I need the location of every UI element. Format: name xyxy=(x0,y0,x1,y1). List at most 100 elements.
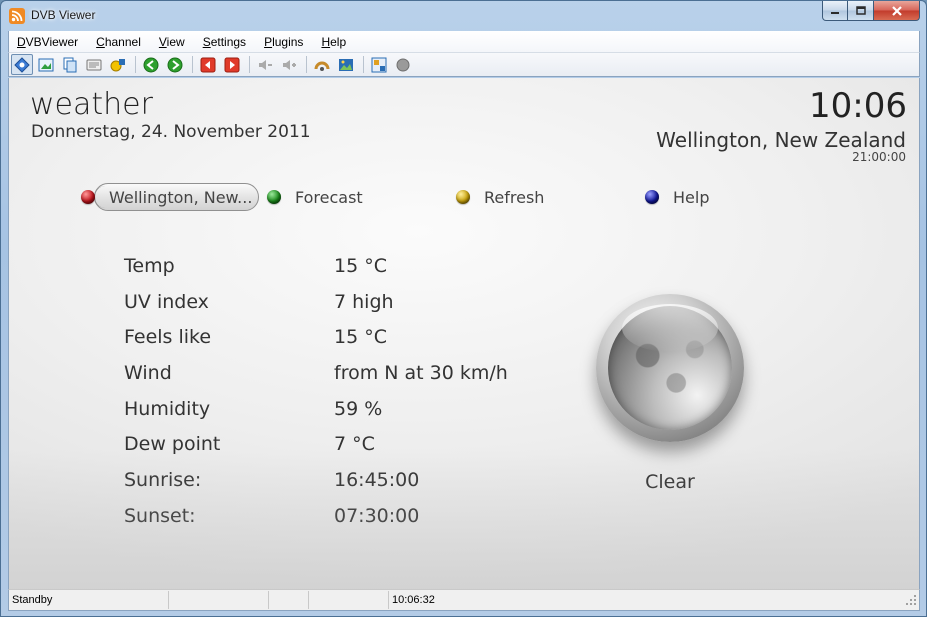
moon-gloss xyxy=(622,304,718,352)
weather-value: 7 high xyxy=(334,290,394,313)
volume-down-button[interactable] xyxy=(254,54,276,75)
menu-channel[interactable]: Channel xyxy=(90,35,147,49)
settings-button[interactable] xyxy=(368,54,390,75)
menu-plugins[interactable]: Plugins xyxy=(258,35,309,49)
menu-settings[interactable]: Settings xyxy=(197,35,252,49)
maximize-button[interactable] xyxy=(848,1,874,21)
image-icon xyxy=(339,58,353,71)
toolbar-separator xyxy=(192,56,193,73)
red-key-icon xyxy=(81,190,95,204)
menu-settings-accel: S xyxy=(202,34,211,49)
epg-button[interactable] xyxy=(107,54,129,75)
prev-channel-icon xyxy=(200,57,216,72)
picture-button[interactable] xyxy=(35,54,57,75)
copy-button[interactable] xyxy=(59,54,81,75)
toolbar-separator xyxy=(249,56,250,73)
rss-app-icon[interactable] xyxy=(9,8,25,24)
menu-help-label: elp xyxy=(330,34,347,49)
minimize-button[interactable] xyxy=(822,1,848,21)
help-button-label: Help xyxy=(673,187,710,207)
weather-osd: weather Donnerstag, 24. November 2011 10… xyxy=(8,78,920,589)
yellow-key-icon xyxy=(456,190,470,204)
close-button[interactable] xyxy=(874,1,920,21)
menu-help[interactable]: Help xyxy=(315,35,352,49)
weather-value: 07:30:00 xyxy=(334,504,420,527)
weather-label: Sunset: xyxy=(124,504,196,527)
weather-row-humidity: Humidity 59 % xyxy=(124,391,544,427)
menu-view-accel: V xyxy=(158,34,167,49)
window-title: DVB Viewer xyxy=(31,8,96,22)
weather-label: Dew point xyxy=(124,433,221,456)
osd-button[interactable] xyxy=(11,54,33,75)
weather-row-wind: Wind from N at 30 km/h xyxy=(124,355,544,391)
weather-value: 15 °C xyxy=(334,254,387,277)
location-name: Wellington, New Zealand xyxy=(656,128,906,152)
next-channel-button[interactable] xyxy=(221,54,243,75)
weather-value: from N at 30 km/h xyxy=(334,361,508,384)
weather-label: Feels like xyxy=(124,326,212,349)
blue-key-icon xyxy=(645,190,659,204)
status-bar: Standby 10:06:32 xyxy=(8,589,920,611)
recorder-button[interactable] xyxy=(311,54,333,75)
close-icon xyxy=(891,5,902,16)
weather-condition: Clear xyxy=(645,471,695,493)
refresh-button-label: Refresh xyxy=(484,187,545,207)
epg-icon xyxy=(110,58,125,71)
app-window: DVB Viewer DVBViewer Channel View Settin… xyxy=(0,0,927,617)
prev-channel-button[interactable] xyxy=(197,54,219,75)
resize-grip-icon[interactable] xyxy=(904,593,918,607)
menu-help-accel: H xyxy=(321,34,331,49)
status-time: 10:06:32 xyxy=(392,594,435,606)
back-button[interactable] xyxy=(140,54,162,75)
toolbar xyxy=(8,52,920,77)
next-channel-icon xyxy=(224,57,240,72)
location-local-time: 21:00:00 xyxy=(852,150,906,164)
weather-value: 59 % xyxy=(334,397,383,420)
teletext-icon xyxy=(86,59,102,70)
record-icon xyxy=(396,58,410,71)
menu-channel-label: hannel xyxy=(104,34,141,49)
copy-icon xyxy=(63,57,77,72)
weather-row-uv-index: UV index 7 high xyxy=(124,284,544,320)
volume-up-button[interactable] xyxy=(278,54,300,75)
maximize-icon xyxy=(855,5,866,15)
menu-view[interactable]: View xyxy=(153,35,191,49)
menu-channel-accel: C xyxy=(96,34,105,49)
caption-buttons xyxy=(822,1,920,21)
weather-label: UV index xyxy=(124,290,209,313)
status-panel-empty xyxy=(269,591,309,609)
status-panel-empty xyxy=(309,591,389,609)
back-icon xyxy=(143,57,159,72)
menu-dvbviewer[interactable]: DVBViewer xyxy=(11,35,84,49)
weather-value: 7 °C xyxy=(334,433,375,456)
help-button[interactable]: Help xyxy=(645,181,709,213)
location-button[interactable]: Wellington, New... xyxy=(81,181,252,213)
weather-row-feels-like: Feels like 15 °C xyxy=(124,319,544,355)
weather-label: Sunrise: xyxy=(124,468,202,491)
toolbar-separator xyxy=(363,56,364,73)
refresh-button[interactable]: Refresh xyxy=(456,181,544,213)
title-bar[interactable]: DVB Viewer xyxy=(1,1,926,31)
clock: 10:06 xyxy=(809,86,907,126)
image-button[interactable] xyxy=(335,54,357,75)
weather-row-sunset: Sunset: 07:30:00 xyxy=(124,498,544,534)
weather-label: Humidity xyxy=(124,397,211,420)
weather-row-dew-point: Dew point 7 °C xyxy=(124,426,544,462)
forward-button[interactable] xyxy=(164,54,186,75)
menu-dvbviewer-accel: D xyxy=(17,34,26,49)
menu-dvbviewer-label: VBViewer xyxy=(25,34,79,49)
forecast-button[interactable]: Forecast xyxy=(267,181,363,213)
weather-value: 15 °C xyxy=(334,326,387,349)
picture-icon xyxy=(38,58,54,71)
osd-nav-bar: Wellington, New... Forecast Refresh Help xyxy=(9,181,919,213)
minimize-icon xyxy=(831,11,839,14)
location-button-label: Wellington, New... xyxy=(109,187,253,207)
status-text: Standby xyxy=(9,591,169,609)
page-title: weather xyxy=(30,87,153,122)
weather-details: Temp 15 °C UV index 7 high Feels like 15… xyxy=(124,248,544,534)
volume-down-icon xyxy=(259,59,272,70)
menu-view-label: iew xyxy=(166,34,185,49)
teletext-button[interactable] xyxy=(83,54,105,75)
record-button[interactable] xyxy=(392,54,414,75)
green-key-icon xyxy=(267,190,281,204)
